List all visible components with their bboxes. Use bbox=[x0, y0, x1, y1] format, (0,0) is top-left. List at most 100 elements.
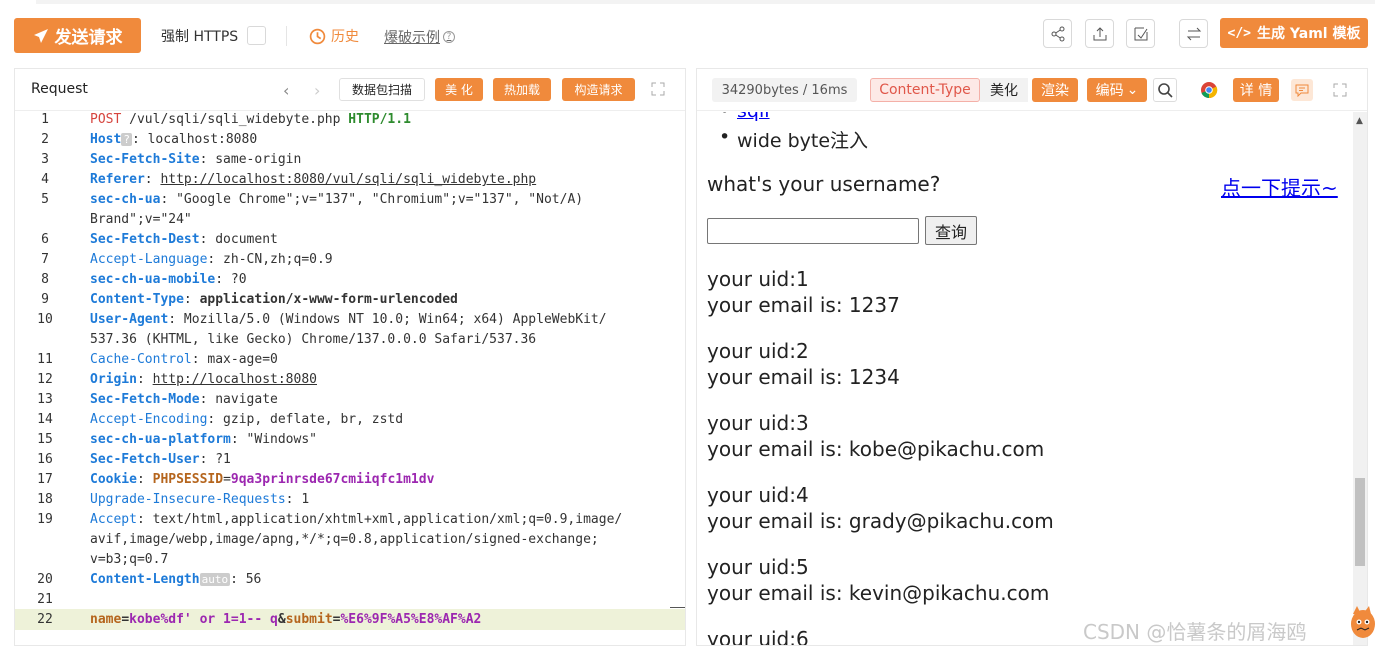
header-key: Cache-Control bbox=[90, 352, 192, 367]
watermark: CSDN @恰薯条的屑海鸥 bbox=[1083, 620, 1307, 644]
param-key: submit bbox=[285, 612, 333, 627]
referer-url[interactable]: http://localhost:8080/vul/sqli/sqli_wide… bbox=[160, 172, 536, 187]
expand-icon[interactable] bbox=[1333, 83, 1347, 97]
details-button[interactable]: 详 情 bbox=[1233, 78, 1279, 102]
query-button[interactable]: 查询 bbox=[925, 216, 977, 245]
sqli-link[interactable]: sqli bbox=[737, 112, 770, 122]
scroll-marker bbox=[670, 607, 685, 608]
beautify-button[interactable]: 美 化 bbox=[435, 78, 483, 101]
comment-button[interactable] bbox=[1291, 79, 1313, 101]
param-eq: = bbox=[121, 612, 130, 627]
header-value: : bbox=[183, 292, 200, 307]
share-button[interactable] bbox=[1043, 19, 1072, 48]
header-key: Sec-Fetch-Dest bbox=[90, 232, 200, 247]
send-request-label: 发送请求 bbox=[54, 28, 123, 48]
scroll-thumb[interactable] bbox=[1355, 478, 1365, 566]
header-value: : localhost:8080 bbox=[131, 132, 258, 147]
code-icon: </> bbox=[1227, 25, 1252, 41]
construct-request-button[interactable]: 构造请求 bbox=[562, 78, 635, 101]
line-number: 22 bbox=[37, 612, 53, 627]
line-number: 6 bbox=[41, 232, 49, 247]
toolbar-divider bbox=[286, 26, 287, 46]
line-number: 11 bbox=[37, 352, 53, 367]
header-value: : 56 bbox=[230, 572, 262, 587]
line-number: 17 bbox=[37, 472, 53, 487]
result-uid: your uid:6 bbox=[707, 627, 809, 646]
breadcrumb-item: sqli bbox=[719, 112, 770, 122]
cookie-name: PHPSESSID bbox=[152, 472, 224, 487]
expand-icon[interactable] bbox=[651, 82, 665, 96]
response-header: 34290bytes / 16ms Content-Type 美化 渲染 编码 … bbox=[697, 69, 1367, 111]
force-https-checkbox[interactable] bbox=[247, 26, 266, 45]
clock-icon bbox=[309, 28, 326, 44]
header-key: Accept-Encoding bbox=[90, 412, 208, 427]
line-number: 15 bbox=[37, 432, 53, 447]
line-number: 20 bbox=[37, 572, 53, 587]
line-number: 13 bbox=[37, 392, 53, 407]
header-value: : navigate bbox=[199, 392, 278, 407]
header-key: sec-ch-ua-mobile bbox=[90, 272, 216, 287]
line-number: 3 bbox=[41, 152, 49, 167]
header-key: Cookie bbox=[90, 472, 137, 487]
send-request-button[interactable]: 发送请求 bbox=[14, 18, 141, 53]
burst-example-label: 爆破示例 bbox=[384, 30, 440, 46]
content-type-value: application/x-www-form-urlencoded bbox=[199, 292, 458, 307]
header-key: sec-ch-ua-platform bbox=[90, 432, 231, 447]
cookie-eq: = bbox=[223, 472, 231, 487]
share-icon bbox=[1051, 26, 1064, 41]
history-button[interactable]: 历史 bbox=[309, 26, 359, 46]
header-value: : same-origin bbox=[199, 152, 302, 167]
header-value: Brand";v="24" bbox=[90, 212, 192, 227]
prev-arrow-icon[interactable]: ‹ bbox=[283, 81, 289, 100]
line-number: 8 bbox=[41, 272, 49, 287]
header-key: sec-ch-ua bbox=[90, 192, 161, 207]
host-info-tag[interactable]: ? bbox=[121, 133, 132, 146]
header-value: : "Windows" bbox=[230, 432, 317, 447]
param-value: %E6%9F%A5%E8%AF%A2 bbox=[340, 612, 482, 627]
http-protocol: HTTP/1.1 bbox=[348, 112, 411, 127]
param-key: name bbox=[90, 612, 122, 627]
generate-yaml-button[interactable]: </> 生成 Yaml 模板 bbox=[1220, 18, 1368, 48]
header-key: Host bbox=[90, 132, 122, 147]
swap-button[interactable] bbox=[1179, 19, 1208, 48]
body-line: 22 name=kobe%df' or 1=1-- q&submit=%E6%9… bbox=[15, 609, 685, 630]
help-icon[interactable]: ? bbox=[443, 31, 455, 43]
response-panel: 34290bytes / 16ms Content-Type 美化 渲染 编码 … bbox=[696, 68, 1368, 646]
request-editor[interactable]: 1 POST /vul/sqli/sqli_widebyte.php HTTP/… bbox=[15, 112, 685, 647]
search-button[interactable] bbox=[1153, 78, 1177, 102]
header-value: : bbox=[136, 372, 153, 387]
rendered-page: sqli wide byte注入 what's your username? 点… bbox=[697, 112, 1353, 646]
encoding-dropdown[interactable]: 编码 ⌄ bbox=[1087, 78, 1147, 102]
render-button[interactable]: 渲染 bbox=[1032, 78, 1078, 102]
auto-length-tag[interactable]: auto bbox=[199, 573, 231, 586]
line-number: 14 bbox=[37, 412, 53, 427]
header-key: Accept bbox=[90, 512, 137, 527]
header-key: Accept-Language bbox=[90, 252, 208, 267]
import-button[interactable] bbox=[1126, 19, 1155, 48]
origin-url[interactable]: http://localhost:8080 bbox=[153, 372, 317, 387]
line-number: 16 bbox=[37, 452, 53, 467]
scroll-up-icon[interactable]: ▲ bbox=[1356, 116, 1363, 126]
hint-link[interactable]: 点一下提示~ bbox=[1221, 172, 1338, 201]
burst-example-link[interactable]: 爆破示例 ? bbox=[384, 27, 455, 47]
response-stats: 34290bytes / 16ms bbox=[712, 78, 857, 102]
response-scrollbar[interactable]: ▲ bbox=[1353, 112, 1367, 645]
header-value: : bbox=[136, 472, 153, 487]
export-button[interactable] bbox=[1085, 19, 1114, 48]
content-type-button[interactable]: Content-Type bbox=[870, 78, 980, 102]
breadcrumb-label: wide byte注入 bbox=[737, 130, 869, 152]
username-input[interactable] bbox=[707, 218, 919, 244]
header-value: : Mozilla/5.0 (Windows NT 10.0; Win64; x… bbox=[168, 312, 607, 327]
result-uid: your uid:3 bbox=[707, 411, 809, 435]
generate-yaml-label: 生成 Yaml 模板 bbox=[1257, 26, 1361, 42]
response-beautify-button[interactable]: 美化 bbox=[980, 78, 1028, 102]
hotload-button[interactable]: 热加载 bbox=[493, 78, 551, 101]
encoding-label: 编码 bbox=[1095, 83, 1124, 99]
header-value: : max-age=0 bbox=[191, 352, 278, 367]
edit-check-icon bbox=[1134, 27, 1147, 40]
header-key: Sec-Fetch-Mode bbox=[90, 392, 200, 407]
next-arrow-icon[interactable]: › bbox=[314, 81, 320, 100]
packet-scan-button[interactable]: 数据包扫描 bbox=[339, 78, 425, 101]
breadcrumb-item: wide byte注入 bbox=[719, 126, 869, 153]
chrome-icon[interactable] bbox=[1200, 81, 1218, 99]
